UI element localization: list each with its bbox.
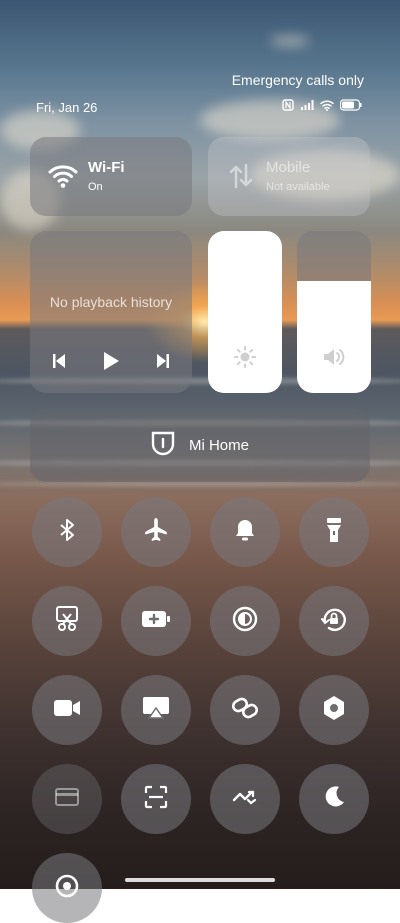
battery-plus-icon xyxy=(141,610,171,633)
date-text: Fri, Jan 26 xyxy=(36,100,98,115)
scanner-toggle[interactable] xyxy=(121,764,191,834)
wifi-status-icon xyxy=(320,98,334,116)
volume-fill xyxy=(297,281,371,393)
play-icon[interactable] xyxy=(102,351,120,376)
signal-icon xyxy=(300,98,314,116)
reading-mode-toggle[interactable] xyxy=(210,586,280,656)
battery-icon xyxy=(339,98,362,116)
wifi-tile[interactable]: Wi-Fi On xyxy=(30,137,192,216)
flashlight-icon xyxy=(326,517,342,548)
media-status-text: No playback history xyxy=(49,294,173,310)
wifi-icon xyxy=(48,163,78,194)
volume-icon xyxy=(322,349,346,372)
mi-home-label: Mi Home xyxy=(188,436,249,454)
mi-home-button[interactable]: Mi Home xyxy=(30,408,370,482)
link-icon xyxy=(231,697,259,724)
hexagon-settings-icon xyxy=(322,695,346,726)
settings-toggle[interactable] xyxy=(299,675,369,745)
brightness-icon xyxy=(234,346,256,372)
sync-toggle[interactable] xyxy=(210,764,280,834)
cast-icon xyxy=(142,696,170,725)
card-icon xyxy=(55,787,79,811)
bluetooth-icon xyxy=(59,518,75,547)
mobile-data-icon xyxy=(228,161,254,196)
mobile-data-title: Mobile xyxy=(266,159,311,176)
contrast-icon xyxy=(232,606,258,637)
scissors-icon xyxy=(55,605,79,637)
moon-icon xyxy=(321,784,347,815)
location-toggle[interactable] xyxy=(32,853,102,923)
airplane-mode-toggle[interactable] xyxy=(121,497,191,567)
location-icon xyxy=(54,873,80,904)
nfc-icon xyxy=(282,98,294,116)
previous-icon[interactable] xyxy=(52,353,66,374)
home-indicator[interactable] xyxy=(125,878,275,882)
next-icon[interactable] xyxy=(156,353,170,374)
cast-toggle[interactable] xyxy=(121,675,191,745)
screenshot-toggle[interactable] xyxy=(32,586,102,656)
status-icons xyxy=(282,98,362,116)
rotation-lock-toggle[interactable] xyxy=(299,586,369,656)
wifi-subtitle: On xyxy=(88,181,103,193)
brightness-slider[interactable] xyxy=(208,231,282,393)
rotation-lock-icon xyxy=(321,606,347,637)
volume-slider[interactable] xyxy=(297,231,371,393)
airplane-icon xyxy=(143,517,169,548)
wifi-title: Wi-Fi xyxy=(88,159,125,176)
video-icon xyxy=(53,699,81,722)
link-toggle[interactable] xyxy=(210,675,280,745)
bell-icon xyxy=(234,518,256,547)
mobile-data-subtitle: Not available xyxy=(266,181,330,193)
bluetooth-toggle[interactable] xyxy=(32,497,102,567)
emergency-calls-text: Emergency calls only xyxy=(231,72,364,88)
scan-icon xyxy=(144,785,168,814)
sync-icon xyxy=(232,787,258,812)
battery-saver-toggle[interactable] xyxy=(121,586,191,656)
mobile-data-tile[interactable]: Mobile Not available xyxy=(208,137,370,216)
ring-toggle[interactable] xyxy=(210,497,280,567)
dark-mode-toggle[interactable] xyxy=(299,764,369,834)
card-toggle[interactable] xyxy=(32,764,102,834)
mi-home-icon xyxy=(151,430,175,460)
screen-recorder-toggle[interactable] xyxy=(32,675,102,745)
flashlight-toggle[interactable] xyxy=(299,497,369,567)
media-player-tile[interactable]: No playback history xyxy=(30,231,192,393)
